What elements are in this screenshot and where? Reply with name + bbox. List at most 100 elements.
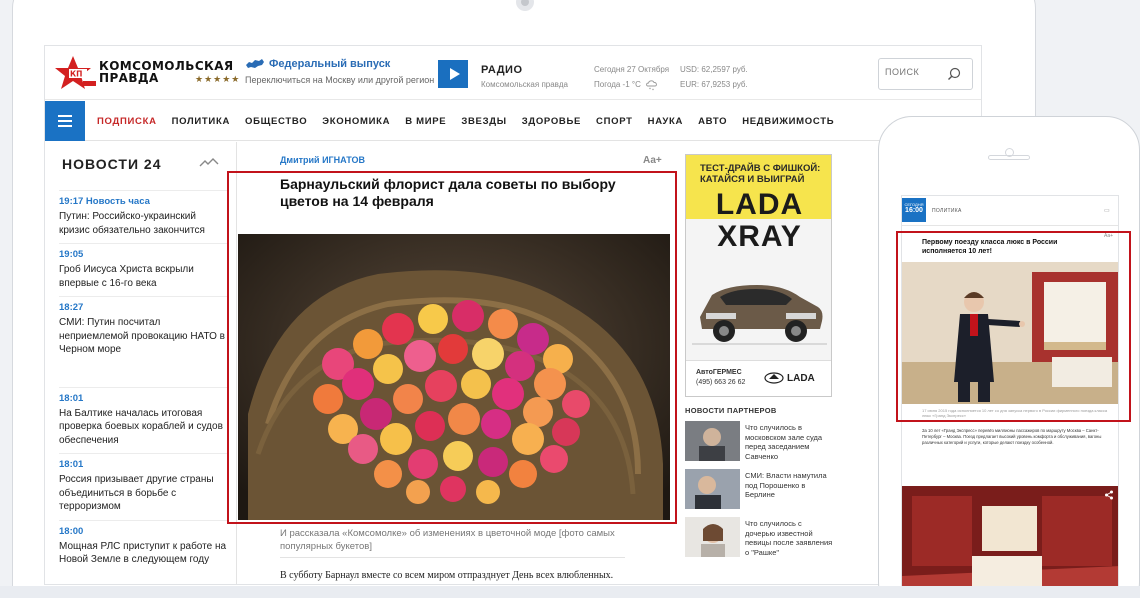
bottom-strip bbox=[0, 586, 1140, 598]
phone-speaker bbox=[988, 155, 1030, 160]
play-icon bbox=[449, 68, 460, 80]
news-title[interactable]: Гроб Иисуса Христа вскрыли впервые с 16-… bbox=[59, 263, 227, 290]
list-item[interactable]: 18:01 Россия призывает другие страны объ… bbox=[59, 453, 227, 520]
nav-item-health[interactable]: ЗДОРОВЬЕ bbox=[522, 116, 581, 127]
news-title[interactable]: Россия призывает другие страны объединит… bbox=[59, 473, 227, 514]
nav-item-subscription[interactable]: ПОДПИСКА bbox=[97, 116, 157, 127]
main-nav: ПОДПИСКА ПОЛИТИКА ОБЩЕСТВО ЭКОНОМИКА В М… bbox=[45, 101, 981, 141]
news24-column: НОВОСТИ 24 19:17 Новость часа Путин: Рос… bbox=[45, 142, 237, 584]
list-item[interactable]: 19:05 Гроб Иисуса Христа вскрыли впервые… bbox=[59, 243, 227, 296]
highlight-frame bbox=[227, 171, 677, 524]
radio-subtitle: Комсомольская правда bbox=[481, 80, 568, 89]
radio-title: РАДИО bbox=[481, 64, 523, 76]
highlight-frame-mobile bbox=[896, 231, 1131, 422]
partner-thumb bbox=[685, 421, 740, 461]
mobile-article-body: За 10 лет «Гранд Экспресс» перевёз милли… bbox=[922, 428, 1102, 445]
article-author[interactable]: Дмитрий ИГНАТОВ bbox=[280, 155, 365, 165]
mobile-section[interactable]: ПОЛИТИКА bbox=[932, 208, 962, 214]
nav-item-world[interactable]: В МИРЕ bbox=[405, 116, 446, 127]
comment-icon[interactable]: ▭ bbox=[1104, 207, 1110, 214]
news-title[interactable]: СМИ: Путин посчитал неприемлемой провока… bbox=[59, 316, 227, 357]
edition-title: Федеральный выпуск bbox=[269, 58, 391, 70]
ad-footer: АвтоГЕРМЕС (495) 663 26 62 LADA bbox=[686, 360, 831, 396]
news-time: 19:17 Новость часа bbox=[59, 196, 150, 207]
ad-tagline: ТЕСТ-ДРАЙВ С ФИШКОЙ: КАТАЙСЯ И ВЫИГРАЙ bbox=[700, 163, 821, 185]
partner-item[interactable]: Что случилось с дочерью известной певицы… bbox=[685, 517, 835, 557]
eur-rate: EUR: 67,9253 руб. bbox=[680, 80, 748, 89]
ad-lada-logo: LADA bbox=[764, 372, 815, 384]
date-weather: Сегодня 27 Октября Погода -1 °С bbox=[594, 62, 669, 92]
news-time: 19:05 bbox=[59, 249, 84, 260]
mobile-second-photo bbox=[902, 486, 1118, 598]
burger-line bbox=[58, 120, 72, 122]
svg-text:КП: КП bbox=[70, 70, 82, 79]
ad-dealer: АвтоГЕРМЕС bbox=[696, 369, 742, 376]
article-lead: В субботу Барнаул вместе со всем миром о… bbox=[280, 570, 614, 581]
weather-text: Погода -1 °С bbox=[594, 80, 641, 89]
currency-rates: USD: 62,2597 руб. EUR: 67,9253 руб. bbox=[680, 62, 748, 92]
train-compartment-image bbox=[902, 486, 1118, 598]
ad-phone: (495) 663 26 62 bbox=[696, 379, 746, 386]
news-title[interactable]: Мощная РЛС приступит к работе на Новой З… bbox=[59, 540, 227, 567]
nav-item-sport[interactable]: СПОРТ bbox=[596, 116, 633, 127]
partner-thumb bbox=[685, 469, 740, 509]
mobile-time-badge: СЕГОДНЯ 16:00 bbox=[902, 198, 926, 222]
nav-items: ПОДПИСКА ПОЛИТИКА ОБЩЕСТВО ЭКОНОМИКА В М… bbox=[97, 101, 849, 141]
tablet-camera bbox=[516, 0, 534, 11]
burger-line bbox=[58, 125, 72, 127]
nav-item-auto[interactable]: АВТО bbox=[698, 116, 727, 127]
partner-item[interactable]: СМИ: Власти намутила под Порошенко в Бер… bbox=[685, 469, 835, 509]
partner-item[interactable]: Что случилось в московском зале суда пер… bbox=[685, 421, 835, 461]
share-icon[interactable] bbox=[1104, 490, 1114, 500]
nav-item-science[interactable]: НАУКА bbox=[648, 116, 683, 127]
partners-title: НОВОСТИ ПАРТНЕРОВ bbox=[685, 406, 777, 415]
today-date: Сегодня 27 Октября bbox=[594, 65, 670, 74]
news-time: 18:00 bbox=[59, 525, 84, 537]
news-time: 18:27 bbox=[59, 302, 84, 313]
edition-switch-link[interactable]: Переключиться на Москву или другой регио… bbox=[245, 75, 434, 85]
divider bbox=[280, 557, 625, 558]
lada-boat-icon bbox=[764, 372, 784, 384]
ad-model: XRAY bbox=[717, 220, 802, 253]
search-input[interactable] bbox=[885, 67, 945, 77]
cloud-snow-icon bbox=[645, 79, 657, 90]
news-title[interactable]: Путин: Российско-украинский кризис обяза… bbox=[59, 210, 227, 237]
list-item[interactable]: 18:27 СМИ: Путин посчитал неприемлемой п… bbox=[59, 296, 227, 387]
burger-line bbox=[58, 115, 72, 117]
news-time: 18:01 bbox=[59, 459, 84, 470]
partner-thumb bbox=[685, 517, 740, 557]
news-title[interactable]: На Балтике началась итоговая проверка бо… bbox=[59, 407, 227, 448]
lada-ad-banner[interactable]: ТЕСТ-ДРАЙВ С ФИШКОЙ: КАТАЙСЯ И ВЫИГРАЙ L… bbox=[685, 154, 832, 397]
news24-title: НОВОСТИ 24 bbox=[62, 156, 162, 172]
ticker-icon bbox=[199, 158, 219, 167]
search-box[interactable] bbox=[878, 58, 973, 90]
usd-rate: USD: 62,2597 руб. bbox=[680, 65, 748, 74]
photo-caption: И рассказала «Комсомолке» об изменениях … bbox=[280, 528, 615, 552]
nav-item-politics[interactable]: ПОЛИТИКА bbox=[172, 116, 230, 127]
list-item[interactable]: 18:00 Мощная РЛС приступит к работе на Н… bbox=[59, 519, 227, 573]
partner-text[interactable]: Что случилось в московском зале суда пер… bbox=[745, 423, 833, 461]
site-logo[interactable]: КП КОМСОМОЛЬСКАЯ ПРАВДА ★★★★★ bbox=[55, 54, 245, 94]
search-icon[interactable] bbox=[947, 67, 961, 81]
site-header: КП КОМСОМОЛЬСКАЯ ПРАВДА ★★★★★ Федеральны… bbox=[45, 46, 981, 100]
nav-item-stars[interactable]: ЗВЕЗДЫ bbox=[461, 116, 506, 127]
list-item[interactable]: 18:01 На Балтике началась итоговая прове… bbox=[59, 386, 227, 454]
partner-text[interactable]: Что случилось с дочерью известной певицы… bbox=[745, 519, 833, 557]
news-time: 18:01 bbox=[59, 392, 84, 404]
radio-play-button[interactable] bbox=[438, 60, 468, 88]
menu-burger-button[interactable] bbox=[45, 101, 85, 141]
radio-info[interactable]: РАДИО Комсомольская правда bbox=[481, 64, 568, 89]
nav-item-society[interactable]: ОБЩЕСТВО bbox=[245, 116, 307, 127]
car-image bbox=[692, 285, 827, 345]
logo-orders: ★★★★★ bbox=[195, 74, 241, 84]
nav-item-realty[interactable]: НЕДВИЖИМОСТЬ bbox=[742, 116, 834, 127]
mobile-header: СЕГОДНЯ 16:00 ПОЛИТИКА ▭ bbox=[902, 196, 1118, 226]
edition-switcher[interactable]: Федеральный выпуск Переключиться на Моск… bbox=[245, 58, 434, 85]
list-item[interactable]: 19:17 Новость часа Путин: Российско-укра… bbox=[59, 190, 227, 243]
font-size-toggle[interactable]: Аа+ bbox=[643, 155, 662, 166]
ad-brand: LADA bbox=[715, 188, 804, 221]
russia-map-icon bbox=[246, 59, 264, 68]
kp-logo-icon: КП bbox=[55, 56, 96, 89]
nav-item-economy[interactable]: ЭКОНОМИКА bbox=[322, 116, 390, 127]
partner-text[interactable]: СМИ: Власти намутила под Порошенко в Бер… bbox=[745, 471, 833, 500]
